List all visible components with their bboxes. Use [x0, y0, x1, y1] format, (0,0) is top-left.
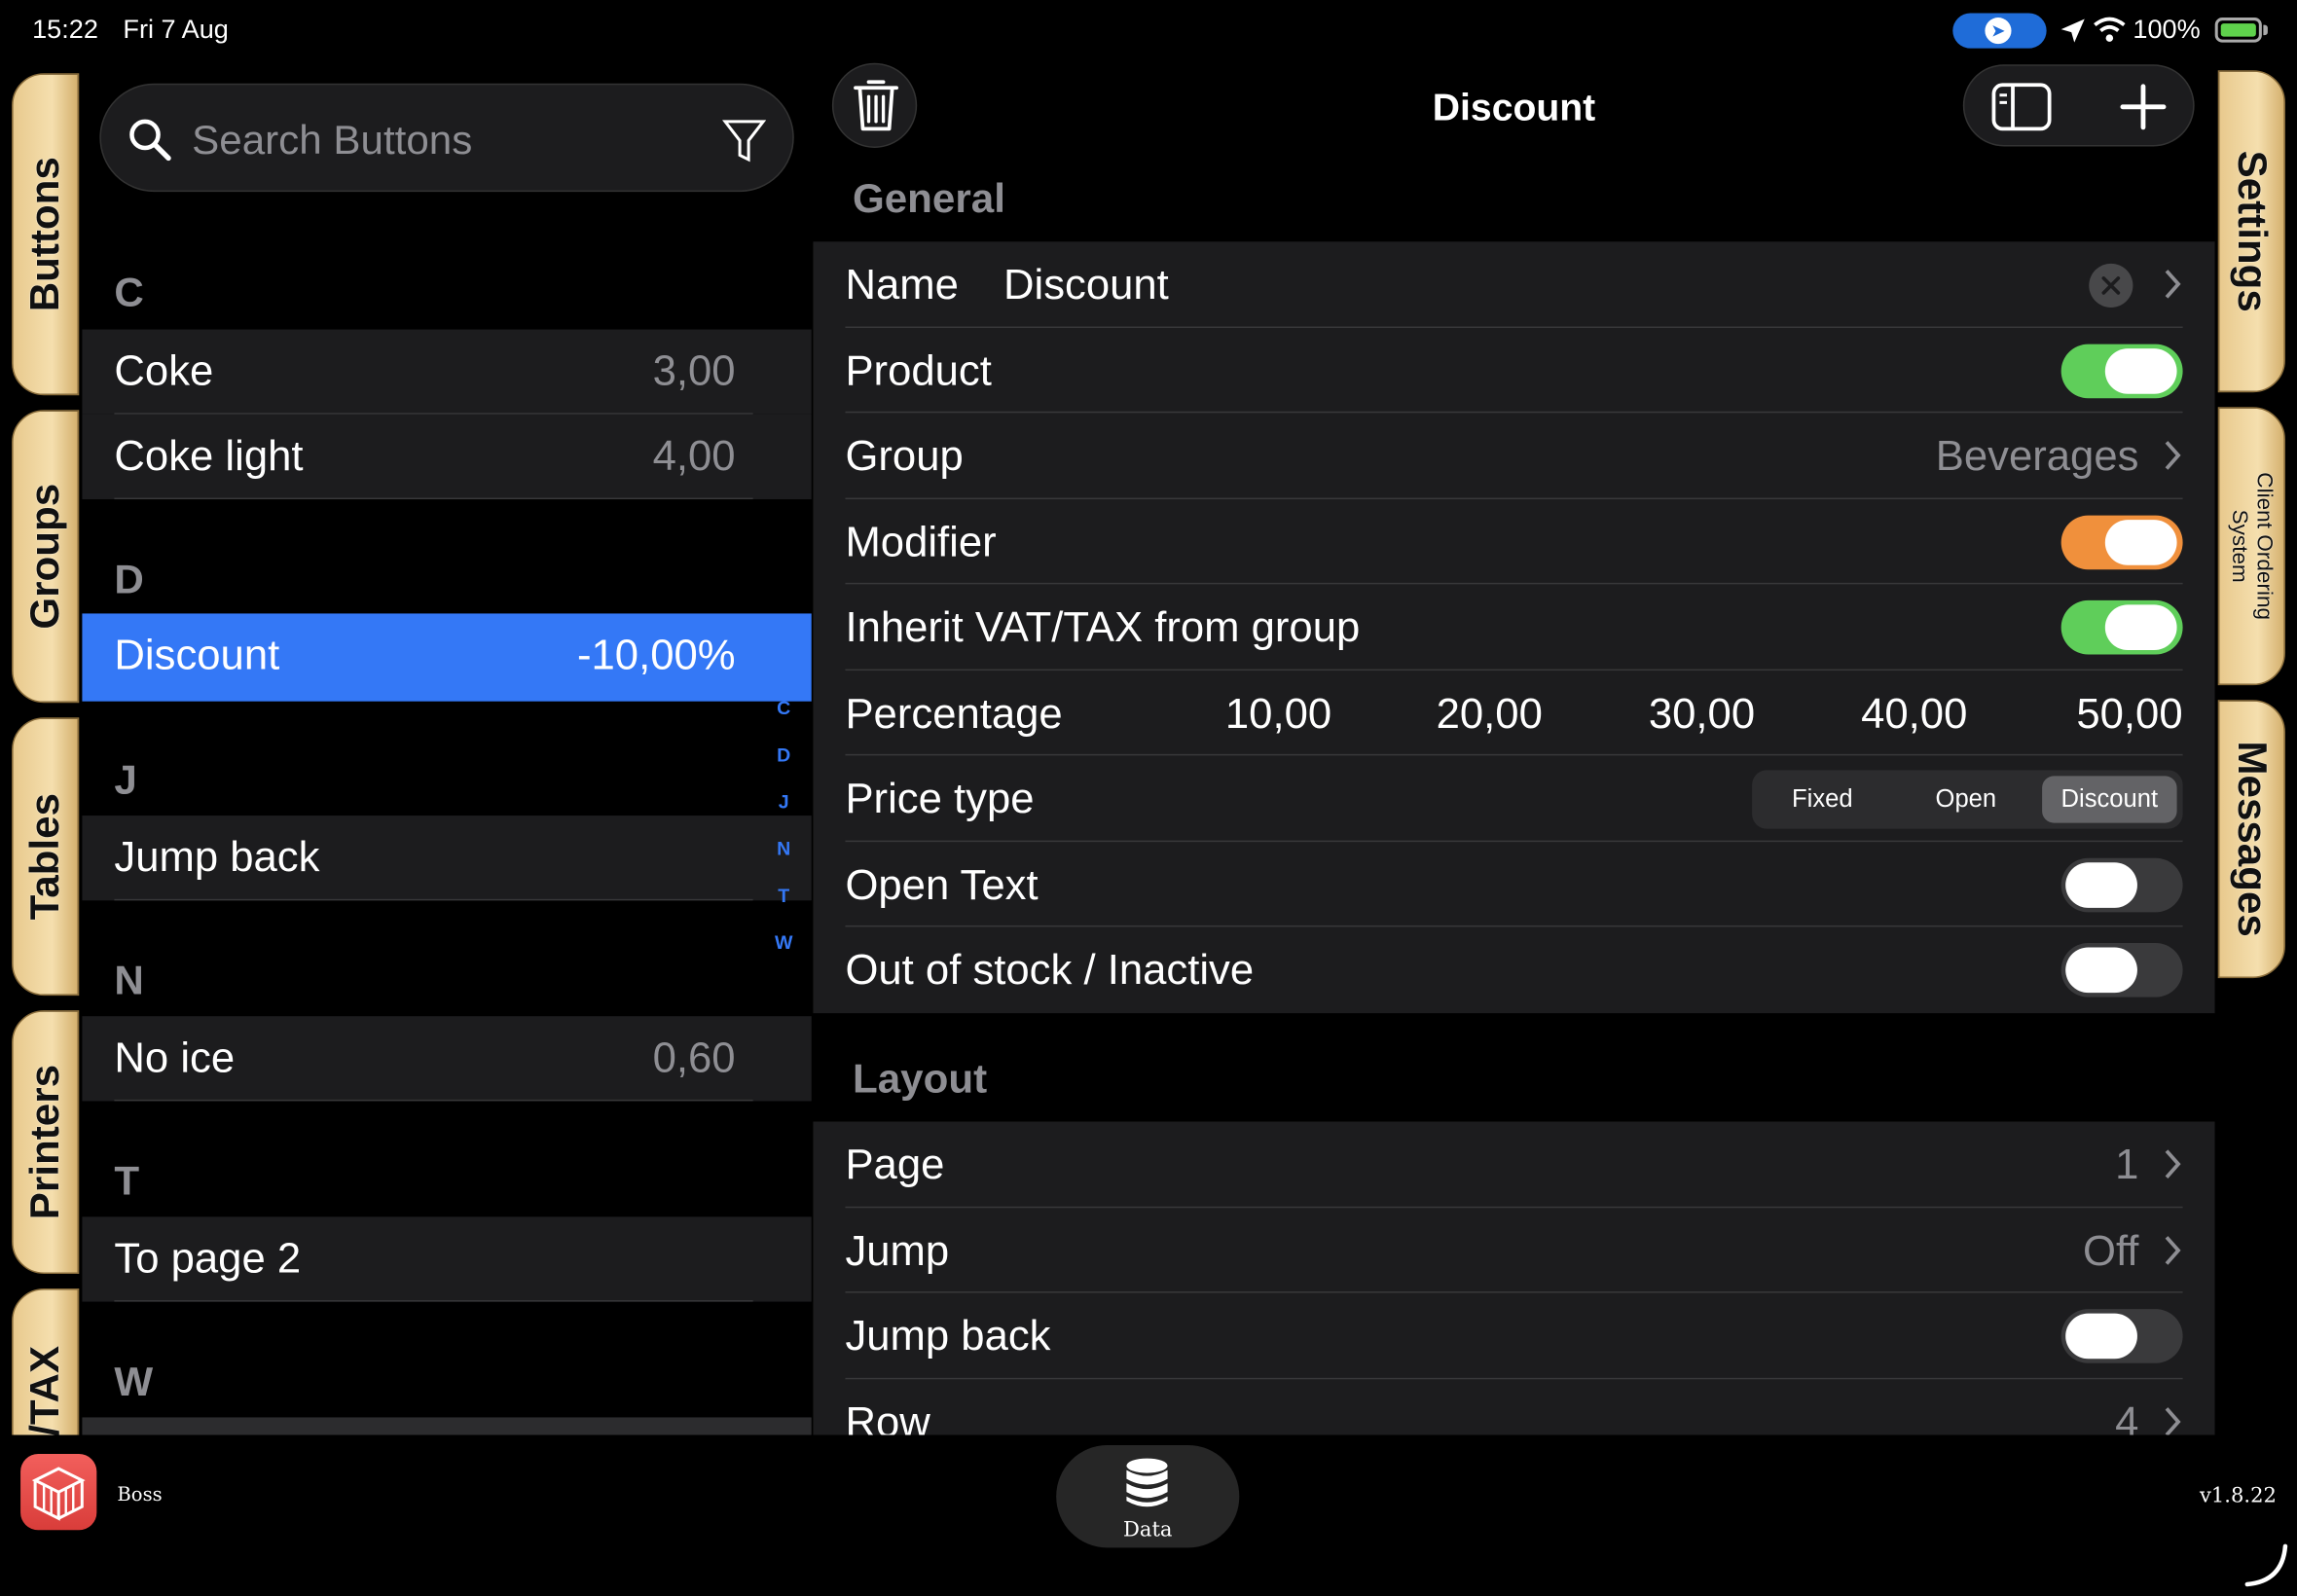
list-item-no-ice[interactable]: No ice 0,60: [82, 1016, 812, 1102]
row-page[interactable]: Page 1: [813, 1122, 2214, 1208]
list-item-partial: [82, 1417, 812, 1435]
tab-tables[interactable]: Tables: [12, 717, 80, 997]
row-price-type: Price type Fixed Open Discount: [813, 755, 2214, 842]
search-bar[interactable]: Search Buttons: [99, 83, 794, 193]
row-modifier: Modifier: [813, 498, 2214, 585]
section-header-c: C: [114, 269, 144, 315]
add-icon[interactable]: [2120, 84, 2167, 130]
status-time: 15:22: [32, 15, 98, 45]
tab-groups[interactable]: Groups: [12, 410, 80, 704]
buttons-list-panel: Search Buttons C Coke 3,00 Coke light 4,…: [82, 58, 812, 1435]
database-icon: [1126, 1458, 1168, 1507]
jump-back-toggle[interactable]: [2060, 1309, 2183, 1363]
battery-percent: 100%: [2133, 15, 2201, 45]
percentage-option-2[interactable]: 20,00: [1410, 690, 1543, 739]
location-arrow-icon: [2060, 18, 2085, 43]
chevron-right-icon: [2165, 1149, 2181, 1179]
row-product: Product: [813, 327, 2214, 414]
row-open-text: Open Text: [813, 841, 2214, 927]
user-name: Boss: [117, 1484, 163, 1507]
layout-group: Page 1 Jump Off Jump back Row 4: [813, 1121, 2215, 1435]
percentage-option-4[interactable]: 40,00: [1836, 690, 1967, 739]
compass-icon: ➤: [1985, 18, 2012, 45]
price-type-fixed[interactable]: Fixed: [1755, 776, 1889, 822]
percentage-option-5[interactable]: 50,00: [2051, 690, 2182, 739]
general-group: Name Discount Product Group Beverages Mo…: [813, 241, 2215, 1013]
resize-handle-icon[interactable]: [2242, 1541, 2291, 1590]
row-row[interactable]: Row 4: [813, 1379, 2214, 1435]
row-group[interactable]: Group Beverages: [813, 413, 2214, 499]
list-item-coke-light[interactable]: Coke light 4,00: [82, 414, 812, 500]
list-item-coke[interactable]: Coke 3,00: [82, 329, 812, 415]
chevron-right-icon: [2165, 1235, 2181, 1264]
chevron-right-icon: [2165, 270, 2181, 299]
price-type-discount[interactable]: Discount: [2042, 776, 2177, 823]
toolbar-button-group: [1962, 64, 2195, 147]
price-type-open[interactable]: Open: [1899, 776, 2033, 822]
inherit-vat-toggle[interactable]: [2060, 599, 2183, 655]
list-item-to-page-2[interactable]: To page 2: [82, 1216, 812, 1302]
tab-client-ordering-system[interactable]: Client Ordering System: [2217, 407, 2285, 686]
battery-icon: [2214, 18, 2262, 43]
index-j[interactable]: J: [771, 790, 797, 813]
list-item-discount[interactable]: Discount -10,00%: [82, 613, 812, 702]
sidebar-toggle-icon[interactable]: [1990, 82, 2052, 131]
search-icon: [129, 119, 171, 162]
chevron-right-icon: [2165, 1406, 2181, 1435]
index-t[interactable]: T: [771, 885, 797, 907]
section-header-n: N: [114, 958, 144, 1003]
group-value: Beverages: [1935, 433, 2139, 481]
row-out-of-stock: Out of stock / Inactive: [813, 926, 2214, 1012]
index-w[interactable]: W: [771, 931, 797, 954]
product-toggle[interactable]: [2060, 343, 2183, 398]
index-n[interactable]: N: [771, 838, 797, 860]
row-jump-back: Jump back: [813, 1293, 2214, 1379]
search-input[interactable]: Search Buttons: [192, 117, 472, 163]
section-header-j: J: [114, 756, 137, 803]
open-text-toggle[interactable]: [2060, 856, 2183, 912]
name-field[interactable]: Discount: [1003, 262, 1169, 310]
app-logo-icon[interactable]: [20, 1454, 97, 1531]
filter-icon[interactable]: [722, 117, 767, 163]
tab-settings[interactable]: Settings: [2217, 70, 2285, 393]
bottom-bar: Boss Data v1.8.22: [0, 1434, 2297, 1596]
left-tab-strip: Buttons Groups Tables Printers /TAX: [0, 58, 83, 1494]
version-label: v1.8.22: [2199, 1484, 2277, 1508]
section-header-w: W: [114, 1359, 154, 1404]
modifier-toggle[interactable]: [2060, 514, 2183, 569]
section-header-t: T: [114, 1158, 140, 1204]
row-inherit-vat: Inherit VAT/TAX from group: [813, 584, 2214, 671]
chevron-right-icon: [2165, 441, 2181, 470]
tab-messages[interactable]: Messages: [2217, 700, 2285, 979]
price-type-segmented-control: Fixed Open Discount: [1752, 770, 2183, 829]
tab-buttons[interactable]: Buttons: [12, 73, 80, 396]
section-header-layout: Layout: [852, 1055, 988, 1102]
out-of-stock-toggle[interactable]: [2060, 942, 2183, 998]
detail-panel: Discount General Name Discount Product G…: [813, 58, 2215, 1435]
clear-icon[interactable]: [2089, 263, 2133, 308]
percentage-option-3[interactable]: 30,00: [1623, 690, 1755, 739]
row-name[interactable]: Name Discount: [813, 241, 2214, 328]
index-d[interactable]: D: [771, 744, 797, 766]
index-c[interactable]: C: [771, 697, 797, 719]
tab-printers[interactable]: Printers: [12, 1010, 80, 1274]
row-jump[interactable]: Jump Off: [813, 1208, 2214, 1293]
section-header-general: General: [852, 175, 1005, 222]
section-header-d: D: [114, 556, 144, 602]
percentage-option-1[interactable]: 10,00: [1200, 690, 1331, 739]
list-item-jump-back[interactable]: Jump back: [82, 816, 812, 901]
row-percentage: Percentage 10,00 20,00 30,00 40,00 50,00: [813, 670, 2214, 756]
navigation-indicator: ➤: [1952, 13, 2047, 49]
status-date: Fri 7 Aug: [123, 15, 229, 45]
data-button[interactable]: Data: [1056, 1445, 1240, 1548]
wifi-icon: [2094, 17, 2126, 42]
